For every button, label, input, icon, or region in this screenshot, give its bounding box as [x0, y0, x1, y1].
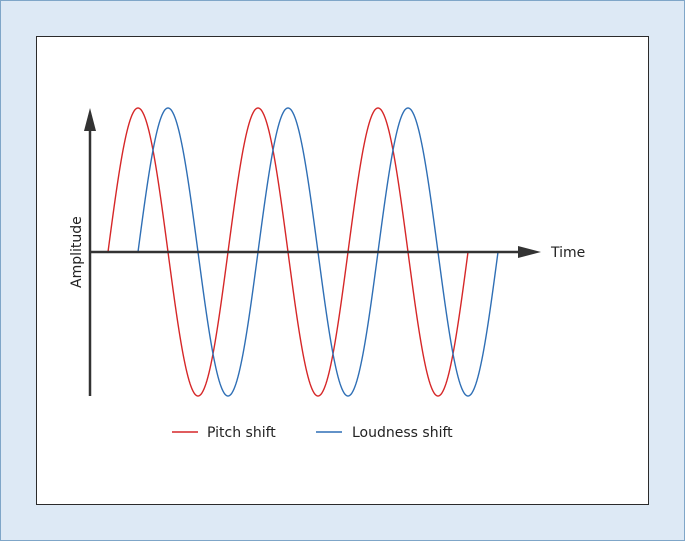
legend-loudness-label: Loudness shift — [352, 425, 453, 441]
legend: Pitch shift Loudness shift — [172, 425, 453, 441]
y-axis-label: Amplitude — [69, 216, 85, 288]
x-axis-label: Time — [550, 245, 585, 261]
wave-diagram: Time Amplitude Pitch shift Loudness shif… — [69, 107, 585, 441]
x-axis-arrowhead — [518, 246, 541, 258]
legend-pitch-label: Pitch shift — [207, 425, 276, 441]
y-axis-arrowhead — [84, 108, 96, 131]
